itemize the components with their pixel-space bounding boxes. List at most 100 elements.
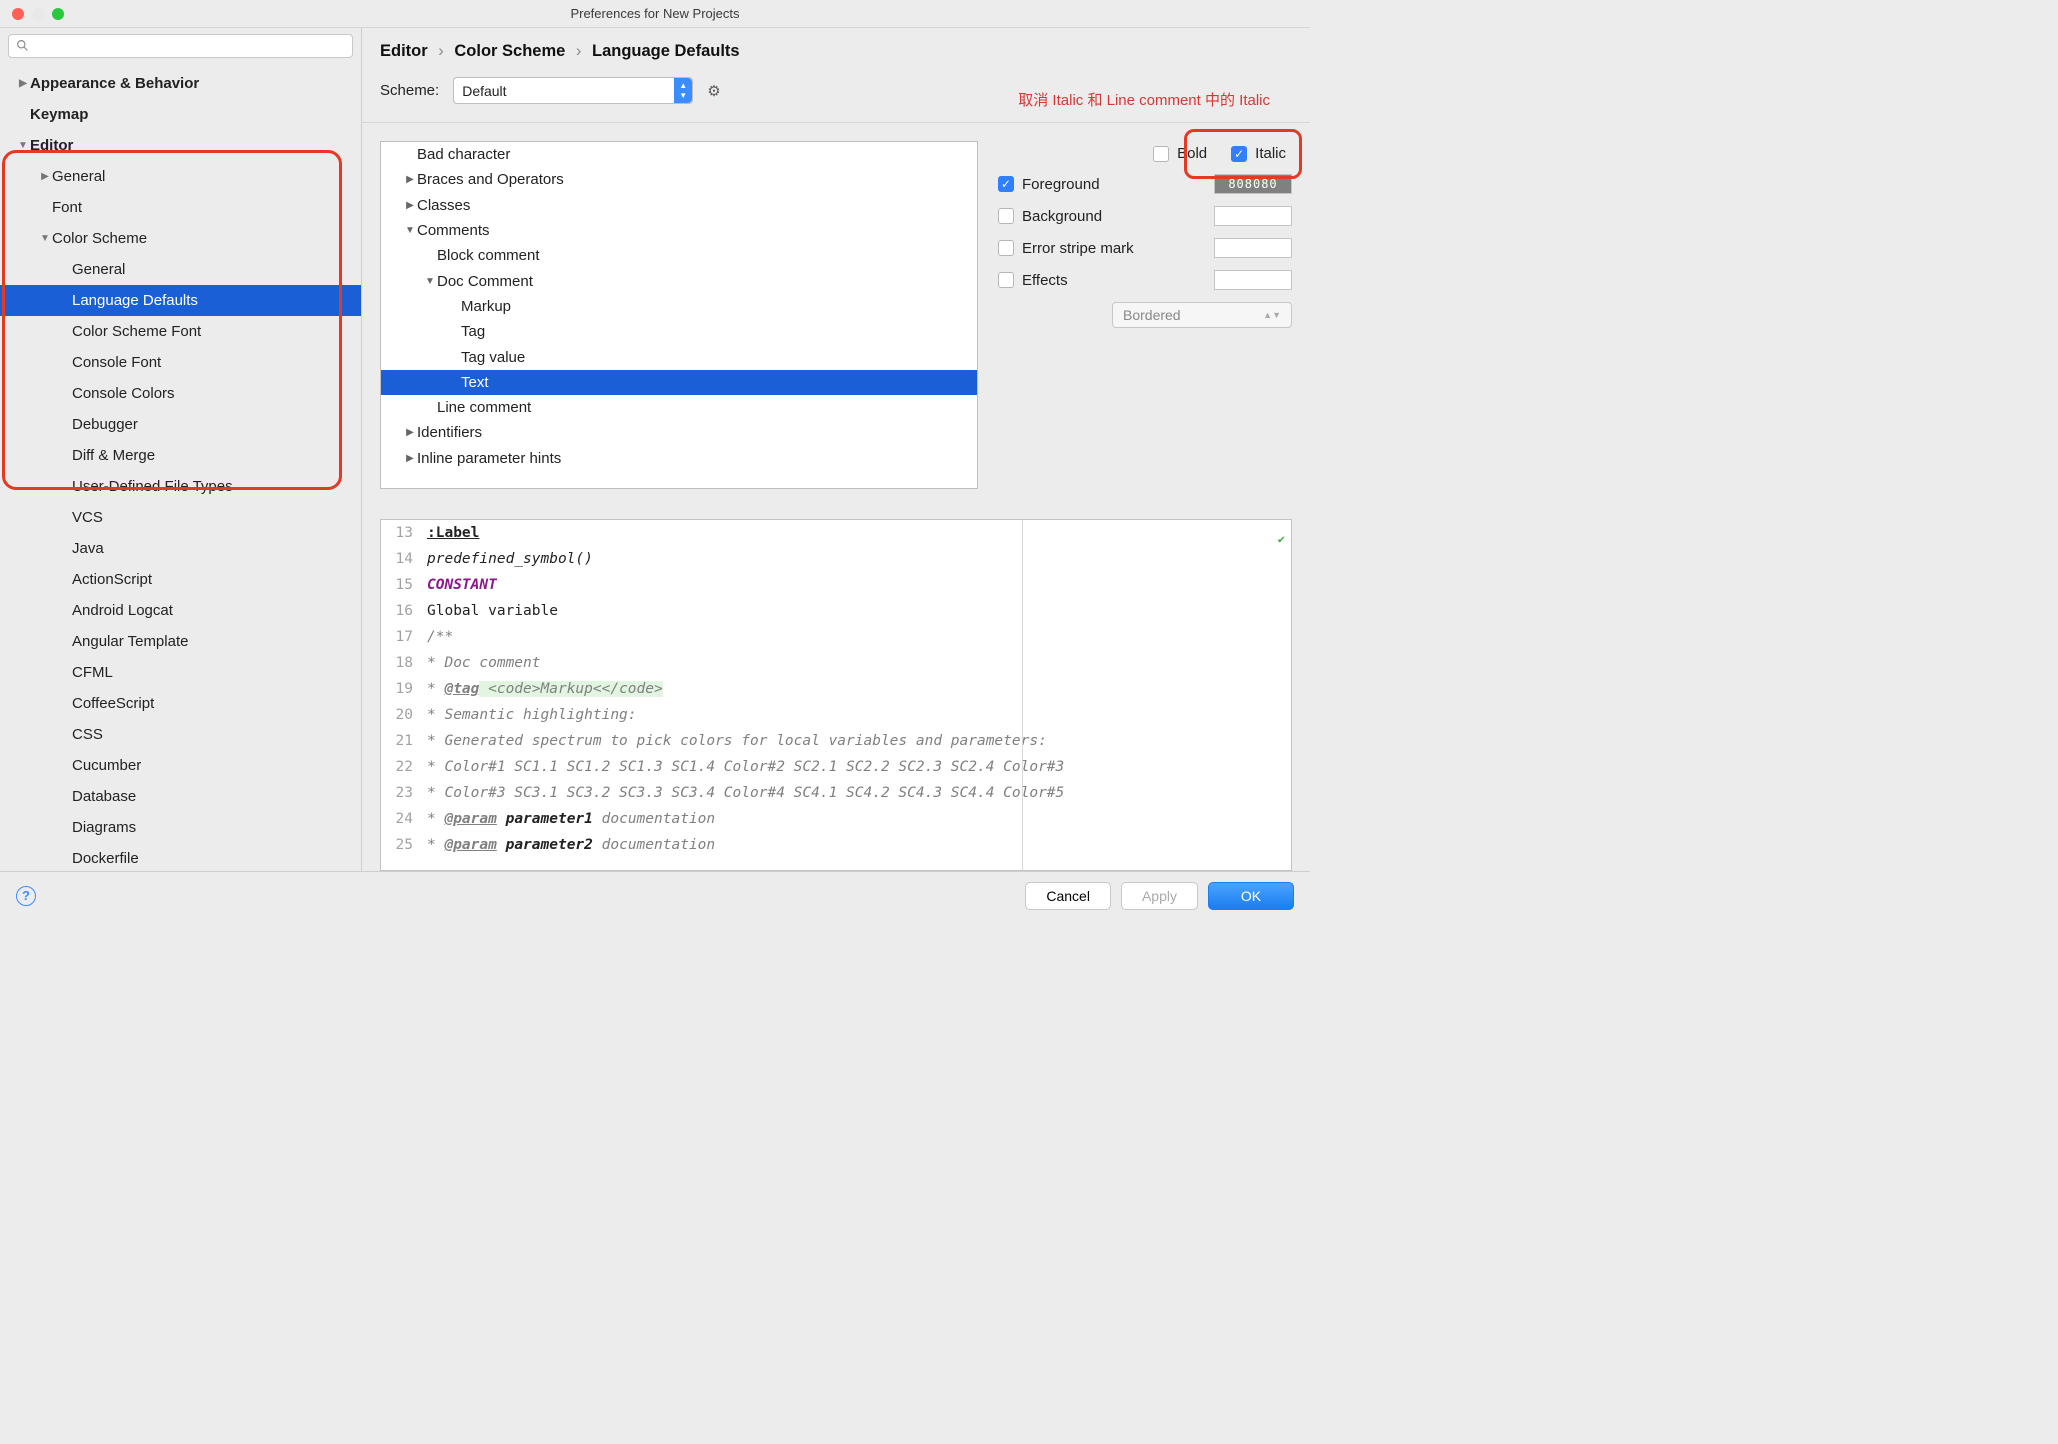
sidebar-item[interactable]: CoffeeScript	[0, 688, 361, 719]
attribute-item[interactable]: Block comment	[381, 243, 977, 268]
disclosure-arrow-icon: ▶	[405, 453, 415, 464]
effect-type-select[interactable]: Bordered ▲▼	[1112, 302, 1292, 328]
help-button[interactable]: ?	[16, 886, 36, 906]
settings-tree[interactable]: ▶Appearance & BehaviorKeymap▼Editor▶Gene…	[0, 64, 361, 871]
sidebar-item[interactable]: VCS	[0, 502, 361, 533]
attribute-item[interactable]: ▼Comments	[381, 218, 977, 243]
disclosure-arrow-icon: ▶	[405, 200, 415, 211]
sidebar-item[interactable]: CFML	[0, 657, 361, 688]
sidebar-item-label: General	[72, 261, 125, 278]
errorstripe-row[interactable]: Error stripe mark	[998, 238, 1292, 258]
sidebar-item[interactable]: ▼Color Scheme	[0, 223, 361, 254]
sidebar-item[interactable]: ActionScript	[0, 564, 361, 595]
dialog-footer: ? Cancel Apply OK	[0, 871, 1310, 919]
code-line: * Semantic highlighting:	[427, 702, 1291, 728]
sidebar-item[interactable]: General	[0, 254, 361, 285]
italic-label: Italic	[1255, 145, 1286, 162]
line-number: 17	[381, 624, 413, 650]
bold-checkbox[interactable]	[1153, 146, 1169, 162]
attribute-item[interactable]: ▶Inline parameter hints	[381, 446, 977, 471]
effects-row[interactable]: Effects	[998, 270, 1292, 290]
background-checkbox[interactable]	[998, 208, 1014, 224]
attribute-item-label: Doc Comment	[437, 273, 533, 290]
errorstripe-checkbox[interactable]	[998, 240, 1014, 256]
sidebar-item-label: CSS	[72, 726, 103, 743]
code-line: * @tag <code>Markup<</code>	[427, 676, 1291, 702]
sidebar-item[interactable]: Console Colors	[0, 378, 361, 409]
sidebar-item-label: Color Scheme	[52, 230, 147, 247]
attribute-item[interactable]: ▶Identifiers	[381, 420, 977, 445]
code-line: predefined_symbol()	[427, 546, 1291, 572]
cancel-button[interactable]: Cancel	[1025, 882, 1111, 910]
attribute-item[interactable]: Tag value	[381, 344, 977, 369]
errorstripe-swatch[interactable]	[1214, 238, 1292, 258]
sidebar-item-label: Keymap	[30, 106, 88, 123]
crumb-0[interactable]: Editor	[380, 42, 428, 60]
disclosure-arrow-icon: ▶	[18, 78, 28, 89]
sidebar-item[interactable]: Language Defaults	[0, 285, 361, 316]
sidebar-item-label: User-Defined File Types	[72, 478, 233, 495]
attributes-tree[interactable]: Bad character ▶Braces and Operators▶Class…	[380, 141, 978, 489]
background-swatch[interactable]	[1214, 206, 1292, 226]
code-line: * Generated spectrum to pick colors for …	[427, 728, 1291, 754]
sidebar-item[interactable]: Diff & Merge	[0, 440, 361, 471]
sidebar-item[interactable]: Font	[0, 192, 361, 223]
sidebar-item[interactable]: Java	[0, 533, 361, 564]
attribute-item-label: Bad character	[417, 146, 510, 163]
sidebar-item[interactable]: Cucumber	[0, 750, 361, 781]
foreground-checkbox[interactable]: ✓	[998, 176, 1014, 192]
sidebar-item[interactable]: Console Font	[0, 347, 361, 378]
search-container	[0, 28, 361, 64]
crumb-1[interactable]: Color Scheme	[454, 42, 565, 60]
attribute-item[interactable]: Bad character	[381, 142, 977, 167]
apply-button[interactable]: Apply	[1121, 882, 1198, 910]
sidebar-item-label: ActionScript	[72, 571, 152, 588]
bold-row[interactable]: Bold	[1153, 145, 1207, 162]
sidebar-item[interactable]: Angular Template	[0, 626, 361, 657]
sidebar-item[interactable]: User-Defined File Types	[0, 471, 361, 502]
sidebar-item-label: Debugger	[72, 416, 138, 433]
crumb-2: Language Defaults	[592, 42, 740, 60]
sidebar-item[interactable]: Dockerfile	[0, 843, 361, 871]
sidebar-item[interactable]: ▼Editor	[0, 130, 361, 161]
sidebar-item[interactable]: CSS	[0, 719, 361, 750]
italic-checkbox[interactable]: ✓	[1231, 146, 1247, 162]
attribute-item[interactable]: Line comment	[381, 395, 977, 420]
sidebar-item-label: Console Colors	[72, 385, 175, 402]
attribute-item[interactable]: Text	[381, 370, 977, 395]
sidebar-item[interactable]: Color Scheme Font	[0, 316, 361, 347]
search-input[interactable]	[8, 34, 353, 58]
disclosure-arrow-icon: ▶	[405, 174, 415, 185]
code-line: * Doc comment	[427, 650, 1291, 676]
sidebar-item[interactable]: ▶Appearance & Behavior	[0, 68, 361, 99]
attribute-item-label: Text	[461, 374, 489, 391]
bold-label: Bold	[1177, 145, 1207, 162]
effects-swatch[interactable]	[1214, 270, 1292, 290]
sidebar-item[interactable]: Debugger	[0, 409, 361, 440]
sidebar-item-label: Console Font	[72, 354, 161, 371]
sidebar-item[interactable]: Keymap	[0, 99, 361, 130]
background-row[interactable]: Background	[998, 206, 1292, 226]
italic-row[interactable]: ✓ Italic	[1231, 145, 1286, 162]
attribute-item[interactable]: ▶Classes	[381, 193, 977, 218]
attribute-item[interactable]: Tag	[381, 319, 977, 344]
attribute-item[interactable]: Markup	[381, 294, 977, 319]
style-properties: Bold ✓ Italic ✓ Foreground 808080 Backgr…	[998, 141, 1292, 505]
sidebar-item[interactable]: Database	[0, 781, 361, 812]
sidebar-item[interactable]: ▶General	[0, 161, 361, 192]
foreground-swatch[interactable]: 808080	[1214, 174, 1292, 194]
breadcrumb: Editor › Color Scheme › Language Default…	[362, 28, 1310, 69]
effects-checkbox[interactable]	[998, 272, 1014, 288]
sidebar-item-label: Diff & Merge	[72, 447, 155, 464]
scheme-select[interactable]: Default ▲▼	[453, 77, 693, 104]
attribute-item[interactable]: ▶Braces and Operators	[381, 167, 977, 192]
code-area[interactable]: :Labelpredefined_symbol()CONSTANTGlobal …	[427, 520, 1291, 858]
ok-button[interactable]: OK	[1208, 882, 1294, 910]
foreground-row[interactable]: ✓ Foreground 808080	[998, 174, 1292, 194]
inspection-ok-icon: ✔	[1278, 526, 1285, 552]
right-margin-line	[1022, 520, 1023, 870]
attribute-item[interactable]: ▼Doc Comment	[381, 268, 977, 293]
gear-icon[interactable]: ⚙	[707, 82, 720, 100]
sidebar-item[interactable]: Diagrams	[0, 812, 361, 843]
sidebar-item[interactable]: Android Logcat	[0, 595, 361, 626]
